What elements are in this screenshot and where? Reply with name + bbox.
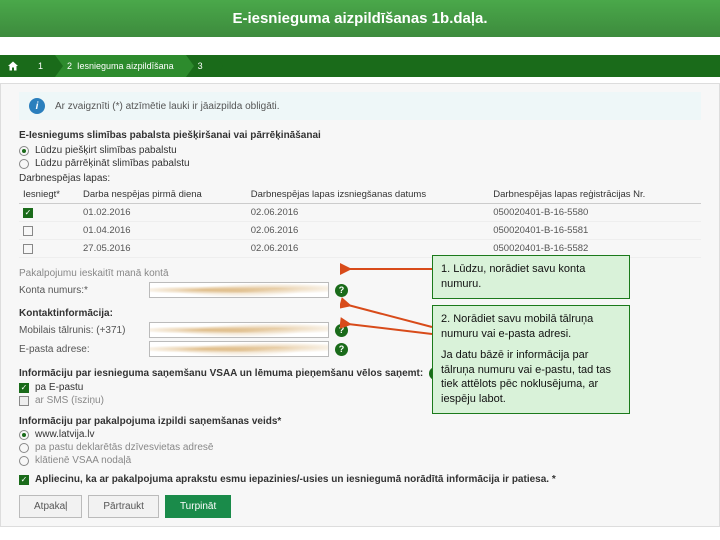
radio-icon bbox=[19, 146, 29, 156]
info-banner: i Ar zvaigznīti (*) atzīmētie lauki ir j… bbox=[19, 92, 701, 120]
next-button[interactable]: Turpināt bbox=[165, 495, 231, 518]
callout-1: 1. Lūdzu, norādiet savu konta numuru. bbox=[432, 255, 630, 299]
response-section: Informāciju par pakalpojuma izpildi saņe… bbox=[19, 416, 701, 427]
breadcrumb-step-1[interactable]: 1 bbox=[26, 55, 55, 77]
checkbox-icon bbox=[19, 475, 29, 485]
row-checkbox[interactable] bbox=[23, 244, 33, 254]
confirm-row[interactable]: Apliecinu, ka ar pakalpojuma aprakstu es… bbox=[19, 474, 701, 485]
checkbox-icon bbox=[19, 383, 29, 393]
radio-icon bbox=[19, 430, 29, 440]
dnl-label: Darbnespējas lapas: bbox=[19, 173, 701, 184]
resp-klatiene[interactable]: klātienē VSAA nodaļā bbox=[19, 455, 701, 466]
help-icon[interactable]: ? bbox=[335, 284, 348, 297]
form-title: E-Iesniegums slimības pabalsta piešķirša… bbox=[19, 130, 701, 141]
cancel-button[interactable]: Pārtraukt bbox=[88, 495, 159, 518]
info-icon: i bbox=[29, 98, 45, 114]
email-input[interactable] bbox=[149, 341, 329, 357]
phone-label: Mobilais tālrunis: (+371) bbox=[19, 325, 149, 336]
slide-title: E-iesnieguma aizpildīšanas 1b.daļa. bbox=[0, 0, 720, 37]
radio-icon bbox=[19, 443, 29, 453]
help-icon[interactable]: ? bbox=[335, 324, 348, 337]
checkbox-icon bbox=[19, 396, 29, 406]
radio-grant[interactable]: Lūdzu piešķirt slimības pabalstu bbox=[19, 145, 701, 156]
email-label: E-pasta adrese: bbox=[19, 344, 149, 355]
breadcrumb: 1 12 Iesnieguma aizpildīšana 3 bbox=[0, 55, 720, 77]
home-icon[interactable] bbox=[0, 60, 26, 72]
resp-latvija[interactable]: www.latvija.lv bbox=[19, 429, 701, 440]
phone-input[interactable] bbox=[149, 322, 329, 338]
account-label: Konta numurs:* bbox=[19, 285, 149, 296]
resp-post[interactable]: pa pastu deklarētās dzīvesvietas adresē bbox=[19, 442, 701, 453]
callout-2: 2. Norādiet savu mobilā tālruņa numuru v… bbox=[432, 305, 630, 414]
table-row: 01.04.201602.06.2016050020401-B-16-5581 bbox=[19, 222, 701, 240]
radio-icon bbox=[19, 159, 29, 169]
table-row: 01.02.201602.06.2016050020401-B-16-5580 bbox=[19, 204, 701, 222]
breadcrumb-step-2[interactable]: 12 Iesnieguma aizpildīšana bbox=[55, 55, 186, 77]
row-checkbox[interactable] bbox=[23, 226, 33, 236]
help-icon[interactable]: ? bbox=[335, 343, 348, 356]
incapacity-table: Iesniegt* Darba nespējas pirmā diena Dar… bbox=[19, 186, 701, 258]
row-checkbox[interactable] bbox=[23, 208, 33, 218]
radio-icon bbox=[19, 456, 29, 466]
radio-recalc[interactable]: Lūdzu pārrēķināt slimības pabalstu bbox=[19, 158, 701, 169]
back-button[interactable]: Atpakaļ bbox=[19, 495, 82, 518]
account-input[interactable] bbox=[149, 282, 329, 298]
